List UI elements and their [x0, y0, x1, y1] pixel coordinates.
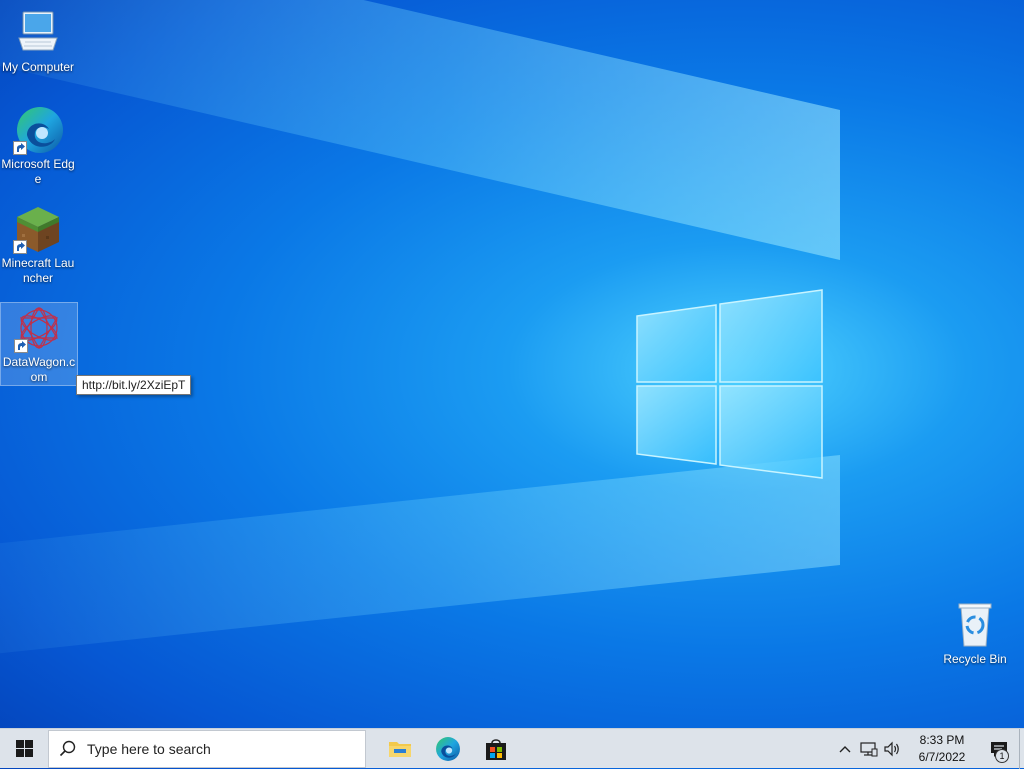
network-icon	[860, 741, 878, 756]
desktop-icon-microsoft-edge[interactable]: Microsoft Edge	[0, 105, 76, 187]
show-desktop-button[interactable]	[1019, 728, 1024, 769]
taskbar-search-box[interactable]: Type here to search	[48, 729, 366, 768]
light-beam	[0, 0, 840, 260]
desktop-icon-label: DataWagon.com	[2, 355, 76, 384]
datawagon-icon	[14, 303, 64, 353]
desktop-icon-my-computer[interactable]: My Computer	[0, 8, 76, 75]
show-hidden-icons-button[interactable]	[833, 729, 857, 769]
network-button[interactable]	[857, 729, 881, 769]
desktop-icon-datawagon[interactable]: DataWagon.com	[0, 302, 78, 386]
desktop-icon-recycle-bin[interactable]: Recycle Bin	[937, 600, 1013, 667]
folder-icon	[389, 741, 411, 757]
shortcut-arrow-icon	[14, 339, 28, 353]
light-beam	[0, 455, 840, 669]
edge-icon	[13, 105, 63, 155]
taskbar-clock[interactable]: 8:33 PM 6/7/2022	[905, 732, 979, 766]
chevron-up-icon	[839, 745, 851, 752]
taskbar-file-explorer[interactable]	[376, 729, 424, 769]
shortcut-arrow-icon	[13, 240, 27, 254]
taskbar-microsoft-edge[interactable]	[424, 729, 472, 769]
edge-icon	[436, 736, 460, 761]
desktop[interactable]: My Computer Microsoft Edge Minecraft Lau…	[0, 0, 1024, 728]
taskbar-microsoft-store[interactable]	[472, 729, 520, 769]
clock-date: 6/7/2022	[918, 749, 966, 764]
search-icon	[59, 740, 76, 756]
desktop-icon-label: Minecraft Launcher	[1, 256, 75, 285]
desktop-icon-label: Microsoft Edge	[1, 157, 75, 186]
store-icon	[486, 738, 506, 760]
shortcut-arrow-icon	[13, 141, 27, 155]
windows-start-icon	[15, 740, 33, 757]
speaker-icon	[884, 741, 899, 756]
computer-icon	[13, 8, 63, 58]
recycle-bin-icon	[950, 600, 1000, 650]
taskbar: Type here to search 8:33 PM 6/7/2022 1	[0, 728, 1024, 769]
windows-wallpaper-logo	[636, 289, 823, 479]
desktop-icon-label: My Computer	[1, 60, 75, 74]
search-placeholder: Type here to search	[87, 740, 211, 757]
system-tray: 8:33 PM 6/7/2022 1	[833, 728, 1024, 769]
minecraft-icon	[13, 204, 63, 254]
icon-tooltip: http://bit.ly/2XziEpT	[76, 375, 192, 395]
desktop-icon-label: Recycle Bin	[943, 652, 1007, 666]
notification-count-badge: 1	[995, 748, 1009, 763]
clock-time: 8:33 PM	[919, 732, 965, 747]
start-button[interactable]	[0, 729, 48, 769]
action-center-button[interactable]: 1	[979, 729, 1019, 769]
desktop-icon-minecraft-launcher[interactable]: Minecraft Launcher	[0, 204, 76, 286]
volume-button[interactable]	[881, 729, 905, 769]
